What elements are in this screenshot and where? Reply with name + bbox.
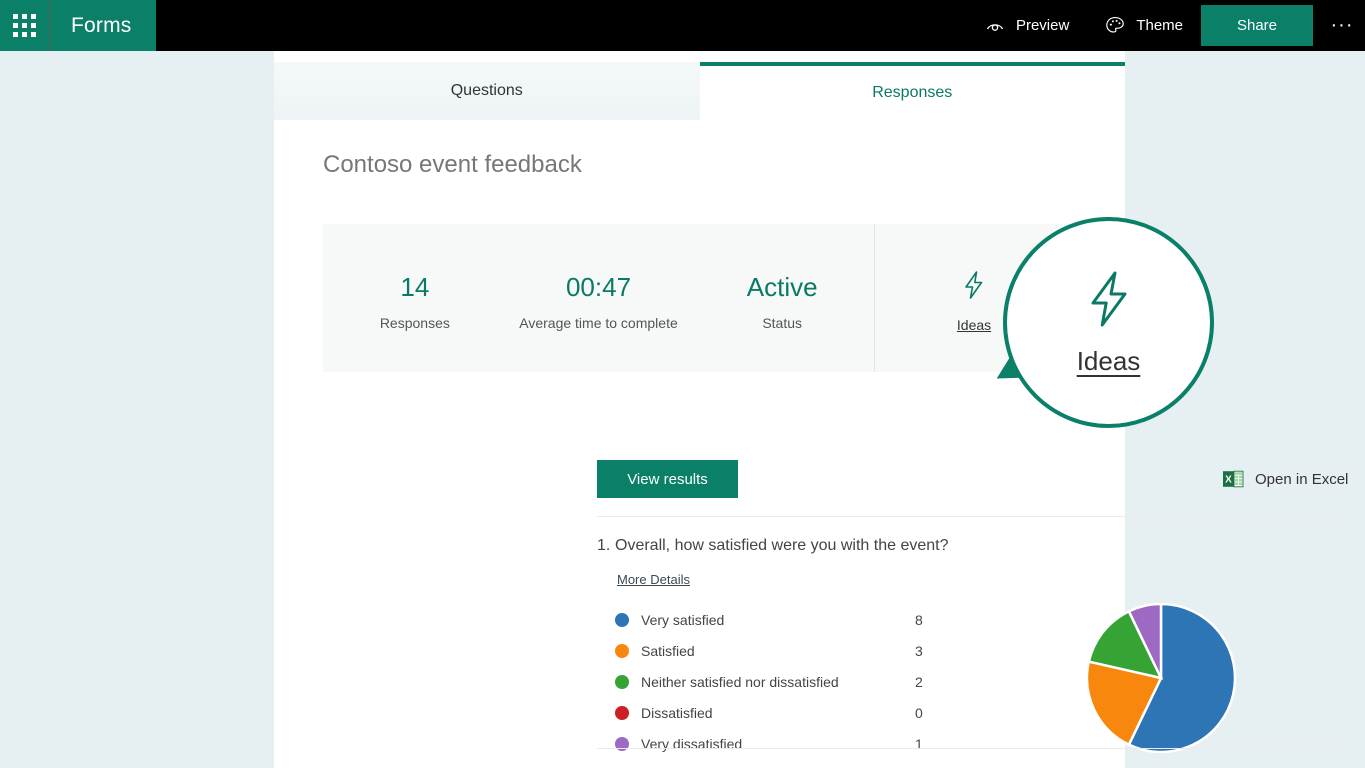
- legend-color-swatch: [615, 706, 629, 720]
- stat-responses-value: 14: [400, 271, 429, 303]
- share-button[interactable]: Share: [1201, 5, 1313, 46]
- view-results-button[interactable]: View results: [597, 460, 738, 498]
- question-number: 1.: [597, 537, 610, 555]
- palette-icon: [1105, 16, 1125, 36]
- more-details-link[interactable]: More Details: [617, 572, 690, 587]
- legend-label: Satisfied: [641, 643, 915, 659]
- legend-count: 8: [915, 612, 945, 628]
- stat-responses: 14 Responses: [323, 224, 507, 372]
- forms-content-card: Questions Responses Contoso event feedba…: [274, 51, 1125, 768]
- open-in-excel-button[interactable]: X Open in Excel: [1222, 468, 1348, 490]
- summary-stats-bar: 14 Responses 00:47 Average time to compl…: [323, 224, 1073, 372]
- app-brand-forms[interactable]: Forms: [50, 0, 156, 51]
- legend-label: Dissatisfied: [641, 705, 915, 721]
- page-title: Contoso event feedback: [323, 151, 582, 179]
- lightning-bolt-icon: [961, 270, 987, 307]
- legend-item: Neither satisfied nor dissatisfied2: [615, 666, 945, 697]
- stat-average-time-label: Average time to complete: [519, 315, 678, 331]
- divider-bottom: [597, 748, 1347, 749]
- tab-responses[interactable]: Responses: [700, 62, 1126, 120]
- divider-top: [597, 516, 1347, 517]
- preview-button[interactable]: Preview: [967, 0, 1087, 51]
- legend-count: 1: [915, 736, 945, 752]
- eye-icon: [985, 16, 1005, 36]
- stat-status: Active Status: [690, 224, 874, 372]
- legend-count: 2: [915, 674, 945, 690]
- callout-label: Ideas: [1077, 346, 1141, 377]
- question-text: Overall, how satisfied were you with the…: [615, 537, 949, 555]
- ideas-callout: Ideas: [1003, 217, 1214, 428]
- legend-color-swatch: [615, 675, 629, 689]
- legend-label: Very satisfied: [641, 612, 915, 628]
- tab-questions[interactable]: Questions: [274, 62, 700, 120]
- legend-item: Dissatisfied0: [615, 697, 945, 728]
- legend-color-swatch: [615, 644, 629, 658]
- legend-count: 0: [915, 705, 945, 721]
- app-launcher-button[interactable]: [0, 0, 50, 51]
- legend-item: Very satisfied8: [615, 604, 945, 635]
- more-options-button[interactable]: ···: [1319, 0, 1365, 51]
- preview-label: Preview: [1016, 17, 1069, 34]
- theme-label: Theme: [1136, 17, 1183, 34]
- tab-strip: Questions Responses: [274, 62, 1125, 120]
- legend-item: Satisfied3: [615, 635, 945, 666]
- legend-label: Very dissatisfied: [641, 736, 915, 752]
- top-app-bar: Forms Preview Theme Share ···: [0, 0, 1365, 51]
- waffle-icon: [13, 14, 36, 37]
- open-in-excel-label: Open in Excel: [1255, 471, 1348, 488]
- legend-color-swatch: [615, 613, 629, 627]
- stat-average-time: 00:47 Average time to complete: [507, 224, 691, 372]
- pie-chart: [1086, 603, 1236, 753]
- excel-icon: X: [1222, 468, 1244, 490]
- svg-text:X: X: [1225, 474, 1232, 485]
- chart-legend: Very satisfied8Satisfied3Neither satisfi…: [615, 604, 945, 759]
- legend-count: 3: [915, 643, 945, 659]
- stat-status-value: Active: [747, 271, 818, 303]
- stat-responses-label: Responses: [380, 315, 450, 331]
- page-body: Questions Responses Contoso event feedba…: [0, 51, 1365, 768]
- ideas-label: Ideas: [957, 317, 991, 333]
- legend-item: Very dissatisfied1: [615, 728, 945, 759]
- legend-label: Neither satisfied nor dissatisfied: [641, 674, 915, 690]
- theme-button[interactable]: Theme: [1087, 0, 1201, 51]
- stat-average-time-value: 00:47: [566, 271, 631, 303]
- stat-status-label: Status: [762, 315, 802, 331]
- lightning-bolt-icon: [1083, 269, 1135, 334]
